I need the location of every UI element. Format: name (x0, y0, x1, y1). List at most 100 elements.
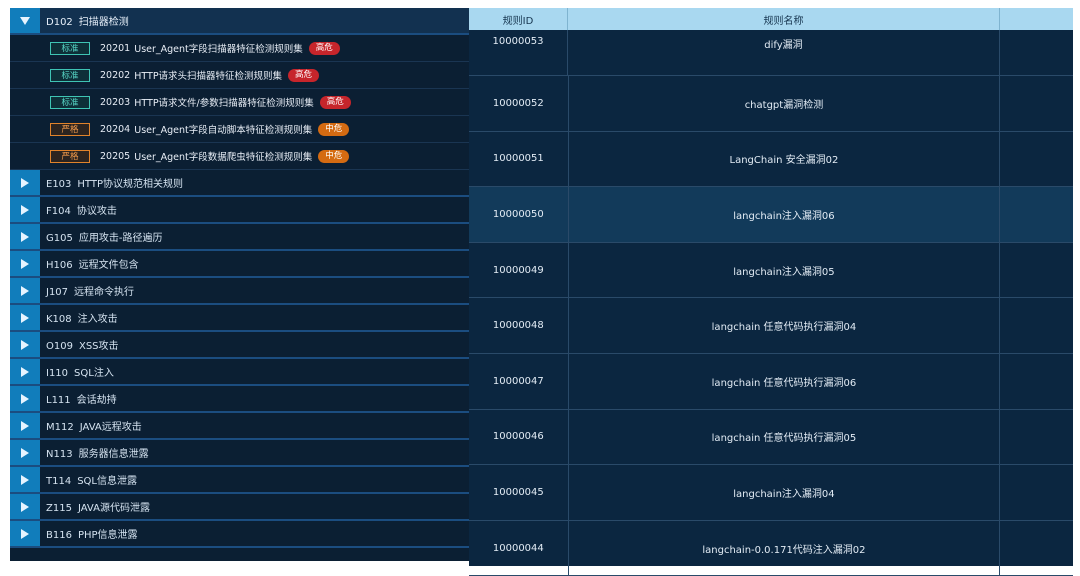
header-rule-name[interactable]: 规则名称 (568, 8, 1000, 30)
table-row[interactable]: 10000051 LangChain 安全漏洞02 (469, 131, 1073, 188)
rule-name-cell: dify漏洞 (568, 30, 1000, 75)
category-code: H106 (46, 260, 73, 271)
tree-category[interactable]: I110 SQL注入 (10, 359, 472, 386)
table-row[interactable]: 10000052 chatgpt漏洞检测 (469, 76, 1073, 132)
category-code: T114 (46, 476, 72, 487)
empty-cell (1000, 410, 1073, 465)
tree-category[interactable]: H106 远程文件包含 (10, 251, 472, 278)
expand-toggle[interactable] (10, 467, 40, 492)
caret-right-icon (21, 258, 29, 269)
expand-toggle[interactable] (10, 278, 40, 303)
tree-category[interactable]: G105 应用攻击-路径遍历 (10, 224, 472, 251)
mode-badge: 标准 (50, 68, 90, 82)
category-code: J107 (46, 287, 69, 298)
expand-toggle[interactable] (10, 521, 40, 546)
category-name: SQL信息泄露 (77, 476, 137, 487)
expand-toggle[interactable] (10, 413, 40, 438)
category-name: JAVA源代码泄露 (77, 503, 150, 514)
rule-set-item[interactable]: 严格 20205 User_Agent字段数据爬虫特征检测规则集 中危 (10, 143, 472, 170)
tree-category[interactable]: O109 XSS攻击 (10, 332, 472, 359)
tree-category-expanded[interactable]: D102 扫描器检测 (10, 8, 472, 35)
category-label[interactable]: Z115 JAVA源代码泄露 (40, 499, 150, 514)
category-label[interactable]: M112 JAVA远程攻击 (40, 418, 142, 433)
category-label[interactable]: G105 应用攻击-路径遍历 (40, 229, 162, 244)
rule-name-cell: chatgpt漏洞检测 (569, 76, 1001, 131)
rule-id-cell: 10000049 (469, 242, 569, 298)
expand-toggle[interactable] (10, 251, 40, 276)
expand-toggle[interactable] (10, 332, 40, 357)
empty-cell (1000, 354, 1073, 409)
category-label[interactable]: T114 SQL信息泄露 (40, 472, 137, 487)
table-row[interactable]: 10000046 langchain 任意代码执行漏洞05 (469, 409, 1073, 466)
rule-name-cell: langchain注入漏洞05 (569, 242, 1001, 298)
category-code: M112 (46, 422, 74, 433)
category-name: 注入攻击 (77, 314, 118, 325)
table-row[interactable]: 10000049 langchain注入漏洞05 (469, 242, 1073, 299)
rule-set-name: HTTP请求文件/参数扫描器特征检测规则集 (134, 98, 314, 109)
mode-badge: 严格 (50, 122, 90, 136)
rule-set-name: User_Agent字段数据爬虫特征检测规则集 (134, 152, 313, 163)
expand-toggle[interactable] (10, 305, 40, 330)
table-row[interactable]: 10000053 dify漏洞 (469, 30, 1073, 76)
category-label[interactable]: D102 扫描器检测 (40, 13, 129, 28)
caret-right-icon (21, 474, 29, 485)
rule-set-id: 20205 (100, 150, 131, 162)
tree-category[interactable]: T114 SQL信息泄露 (10, 467, 472, 494)
rule-set-item[interactable]: 标准 20203 HTTP请求文件/参数扫描器特征检测规则集 高危 (10, 89, 472, 116)
tree-category[interactable]: B116 PHP信息泄露 (10, 521, 472, 548)
expand-toggle[interactable] (10, 440, 40, 465)
table-row[interactable]: 10000044 langchain-0.0.171代码注入漏洞02 (469, 520, 1073, 576)
table-row[interactable]: 10000047 langchain 任意代码执行漏洞06 (469, 353, 1073, 410)
category-label[interactable]: F104 协议攻击 (40, 202, 117, 217)
rule-id-cell: 10000051 (469, 131, 569, 187)
rule-set-item[interactable]: 标准 20202 HTTP请求头扫描器特征检测规则集 高危 (10, 62, 472, 89)
rule-set-item[interactable]: 标准 20201 User_Agent字段扫描器特征检测规则集 高危 (10, 35, 472, 62)
category-label[interactable]: L111 会话劫持 (40, 391, 117, 406)
expand-toggle[interactable] (10, 386, 40, 411)
expand-toggle[interactable] (10, 359, 40, 384)
caret-right-icon (21, 393, 29, 404)
expand-toggle[interactable] (10, 170, 40, 195)
category-label[interactable]: K108 注入攻击 (40, 310, 118, 325)
tree-category[interactable]: E103 HTTP协议规范相关规则 (10, 170, 472, 197)
category-label[interactable]: E103 HTTP协议规范相关规则 (40, 175, 183, 190)
tree-category[interactable]: F104 协议攻击 (10, 197, 472, 224)
rule-id-cell: 10000047 (469, 353, 569, 409)
expand-toggle[interactable] (10, 494, 40, 519)
caret-right-icon (21, 366, 29, 377)
category-label[interactable]: H106 远程文件包含 (40, 256, 139, 271)
expand-toggle[interactable] (10, 224, 40, 249)
tree-category[interactable]: J107 远程命令执行 (10, 278, 472, 305)
rule-id-cell: 10000048 (469, 298, 569, 353)
category-list: E103 HTTP协议规范相关规则 F104 协议攻击 G105 应用攻击-路径遍历 H10… (10, 170, 472, 548)
header-rule-id[interactable]: 规则ID (469, 8, 568, 30)
table-row[interactable]: 10000048 langchain 任意代码执行漏洞04 (469, 298, 1073, 354)
category-name: SQL注入 (74, 368, 114, 379)
tree-category[interactable]: M112 JAVA远程攻击 (10, 413, 472, 440)
tree-category[interactable]: Z115 JAVA源代码泄露 (10, 494, 472, 521)
expand-toggle[interactable] (10, 197, 40, 222)
table-row[interactable]: 10000045 langchain注入漏洞04 (469, 465, 1073, 521)
mode-badge: 标准 (50, 41, 90, 55)
rule-id-cell: 10000050 (469, 187, 569, 242)
category-code: B116 (46, 530, 72, 541)
tree-category[interactable]: N113 服务器信息泄露 (10, 440, 472, 467)
category-label[interactable]: N113 服务器信息泄露 (40, 445, 149, 460)
category-label[interactable]: B116 PHP信息泄露 (40, 526, 138, 541)
empty-cell (1000, 187, 1073, 242)
category-name: 服务器信息泄露 (78, 449, 149, 460)
category-code: E103 (46, 179, 72, 190)
empty-cell (1000, 132, 1073, 187)
category-code: D102 (46, 17, 73, 28)
category-label[interactable]: I110 SQL注入 (40, 364, 114, 379)
category-label[interactable]: J107 远程命令执行 (40, 283, 134, 298)
collapse-toggle[interactable] (10, 8, 40, 33)
category-name: 远程命令执行 (74, 287, 135, 298)
rule-name-cell: LangChain 安全漏洞02 (569, 131, 1001, 187)
category-label[interactable]: O109 XSS攻击 (40, 337, 119, 352)
tree-category[interactable]: K108 注入攻击 (10, 305, 472, 332)
table-row[interactable]: 10000050 langchain注入漏洞06 (469, 187, 1073, 243)
rule-set-item[interactable]: 严格 20204 User_Agent字段自动脚本特征检测规则集 中危 (10, 116, 472, 143)
caret-right-icon (21, 339, 29, 350)
tree-category[interactable]: L111 会话劫持 (10, 386, 472, 413)
